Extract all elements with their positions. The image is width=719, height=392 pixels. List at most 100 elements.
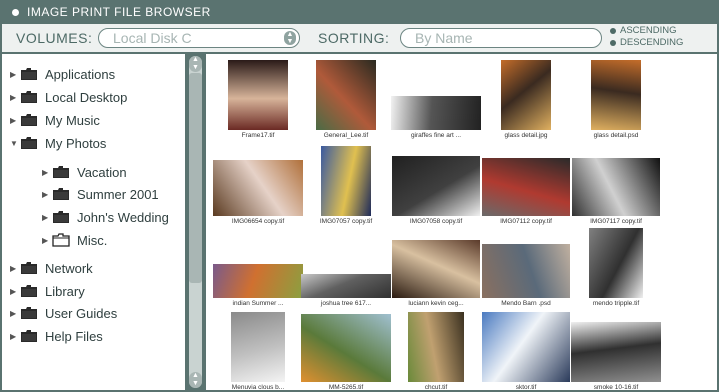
scroll-thumb[interactable] [189,73,202,283]
scrollbar[interactable]: ▲ ▼ ▲ ▼ [186,54,205,390]
disclosure-closed-icon[interactable]: ▶ [10,70,20,79]
tree-item-label: Library [45,283,85,299]
sorting-value: By Name [415,30,473,46]
thumbnail-image[interactable] [571,322,661,382]
thumbnail-image[interactable] [501,60,551,130]
tree-item-label: User Guides [45,305,118,321]
tree-item-label: My Music [45,112,100,128]
thumbnail-caption: luciann kevin ceg... [408,300,464,307]
thumbnail-caption: MM-5265.tif [328,384,364,390]
folder-icon [52,210,70,224]
thumbnail-image[interactable] [591,60,641,130]
thumbnail-caption: chcut.tif [424,384,448,390]
thumbnail-image[interactable] [231,312,285,382]
tree-item[interactable]: ▶ Misc. [42,230,107,250]
tree-item-label: Vacation [77,164,127,180]
disclosure-closed-icon[interactable]: ▶ [42,190,52,199]
thumbnail-caption: giraffes fine art ... [410,132,462,139]
tree-item-label: John's Wedding [77,209,169,225]
thumbnail-caption: glass detail.psd [593,132,639,139]
thumbnail-caption: IMG07057 copy.tif [319,218,373,225]
thumbnail-image[interactable] [213,160,303,216]
disclosure-closed-icon[interactable]: ▶ [42,236,52,245]
thumbnail-image[interactable] [408,312,464,382]
volumes-select[interactable]: Local Disk C ▲ ▼ [98,28,300,48]
volumes-stepper-icon[interactable]: ▲ ▼ [284,31,296,45]
folder-icon [20,90,38,104]
tree-item[interactable]: ▶ Network [10,258,93,278]
disclosure-closed-icon[interactable]: ▶ [42,213,52,222]
thumbnail-caption: IMG07112 copy.tif [500,218,552,225]
thumbnail-caption: glass detail.jpg [504,132,548,139]
folder-open-icon [52,233,70,247]
thumbnail-caption: smoke 10-16.tif [593,384,639,390]
volumes-label: VOLUMES: [16,30,93,46]
thumbnail-image[interactable] [482,312,570,382]
sorting-select[interactable]: By Name [400,28,602,48]
thumbnail-image[interactable] [589,228,643,298]
toolbar: VOLUMES: Local Disk C ▲ ▼ SORTING: By Nam… [2,24,717,52]
tree-item-label: Summer 2001 [77,186,159,202]
thumbnail-image[interactable] [316,60,376,130]
tree-item[interactable]: ▶ Applications [10,64,115,84]
thumbnail-caption: Mendo Barn .psd [501,300,551,307]
disclosure-closed-icon[interactable]: ▶ [10,287,20,296]
disclosure-closed-icon[interactable]: ▶ [10,116,20,125]
tree-item[interactable]: ▶ John's Wedding [42,207,169,227]
disclosure-closed-icon[interactable]: ▶ [42,168,52,177]
tree-item[interactable]: ▶ My Music [10,110,100,130]
ascending-radio[interactable]: ASCENDING [610,25,683,37]
thumbnail-image[interactable] [482,244,570,298]
thumbnail-image[interactable] [572,158,660,216]
folder-icon [20,67,38,81]
thumbnail-image[interactable] [392,240,480,298]
tree-item-label: Network [45,260,93,276]
thumbnail-image[interactable] [482,158,570,216]
tree-item-label: Misc. [77,232,108,248]
folder-icon [20,284,38,298]
thumbnail-caption: IMG06654 copy.tif [231,218,285,225]
thumbnail-image[interactable] [228,60,288,130]
thumbnail-caption: indian Summer ... [232,300,284,307]
thumbnail-image[interactable] [391,96,481,130]
sorting-label: SORTING: [318,30,390,46]
sort-order-group: ASCENDING DESCENDING [610,25,683,49]
folder-icon [20,306,38,320]
disclosure-closed-icon[interactable]: ▶ [10,264,20,273]
window-title: IMAGE PRINT FILE BROWSER [27,5,211,19]
thumbnail-image[interactable] [392,156,480,216]
arrow-up-icon[interactable]: ▲ ▼ [189,56,202,72]
title-bar: IMAGE PRINT FILE BROWSER [0,0,719,24]
tree-item[interactable]: ▶ Library [10,281,85,301]
tree-item[interactable]: ▶ Help Files [10,326,103,346]
disclosure-open-icon[interactable]: ▼ [10,139,20,148]
tree-item-label: Applications [45,66,116,82]
thumbnail-image[interactable] [321,146,371,216]
tree-item-label: Help Files [45,328,103,344]
folder-icon [20,261,38,275]
disclosure-closed-icon[interactable]: ▶ [10,332,20,341]
tree-item-label: My Photos [45,135,107,151]
thumbnail-image[interactable] [301,274,391,298]
disclosure-closed-icon[interactable]: ▶ [10,309,20,318]
thumbnail-image[interactable] [213,264,303,298]
disclosure-closed-icon[interactable]: ▶ [10,93,20,102]
thumbnail-caption: Frame17.tif [241,132,275,139]
thumbnail-caption: sktor.tif [515,384,537,390]
arrow-down-icon[interactable]: ▲ ▼ [189,372,202,388]
thumbnail-caption: Menuvia clous b... [231,384,285,390]
folder-tree: ▶ Applications ▶ Local Desktop ▶ My Music ▼ My … [2,54,185,390]
folder-icon [20,113,38,127]
folder-icon [20,329,38,343]
tree-item[interactable]: ▶ Summer 2001 [42,184,159,204]
thumbnail-caption: mendo tripple.tif [592,300,640,307]
tree-item-label: Local Desktop [45,89,128,105]
tree-item[interactable]: ▼ My Photos [10,133,106,153]
tree-item[interactable]: ▶ Local Desktop [10,87,127,107]
thumbnail-caption: IMG07058 copy.tif [409,218,463,225]
radio-dot-icon [610,40,616,46]
thumbnail-image[interactable] [301,314,391,382]
tree-item[interactable]: ▶ Vacation [42,162,127,182]
tree-item[interactable]: ▶ User Guides [10,303,117,323]
descending-radio[interactable]: DESCENDING [610,37,683,49]
